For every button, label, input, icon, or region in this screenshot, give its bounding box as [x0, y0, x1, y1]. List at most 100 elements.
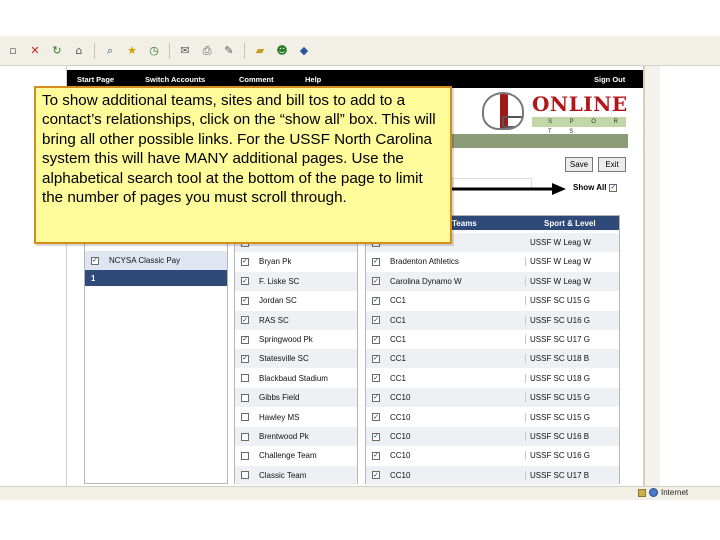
- table-row[interactable]: ✓ CC10 USSF SC U16 B: [366, 427, 619, 446]
- row-checkbox[interactable]: ✓: [372, 257, 380, 266]
- list-item[interactable]: ✓ Bryan Pk: [235, 252, 357, 271]
- row-checkbox[interactable]: ✓: [372, 296, 380, 305]
- toolbar-separator: [244, 42, 245, 59]
- row-checkbox[interactable]: ✓: [372, 451, 380, 460]
- folder-icon[interactable]: ▰: [253, 44, 267, 58]
- nav-switch-accounts[interactable]: Switch Accounts: [145, 75, 205, 84]
- row-checkbox[interactable]: [241, 413, 249, 422]
- nav-start-page[interactable]: Start Page: [77, 75, 114, 84]
- bill-to-panel: ✓ NCYSA Classic Pay 1: [84, 232, 228, 484]
- toolbar-separator: [169, 42, 170, 59]
- print-icon[interactable]: ▫: [6, 44, 20, 58]
- list-item[interactable]: Classic Team: [235, 465, 357, 485]
- table-row[interactable]: ✓ CC10 USSF SC U15 G: [366, 408, 619, 427]
- site-label: Jordan SC: [259, 296, 297, 306]
- row-checkbox[interactable]: ✓: [372, 277, 380, 286]
- list-item[interactable]: ✓ Statesville SC: [235, 349, 357, 369]
- list-item[interactable]: Blackbaud Stadium: [235, 369, 357, 388]
- row-checkbox[interactable]: ✓: [372, 432, 380, 441]
- vertical-scrollbar[interactable]: [644, 66, 660, 486]
- sport-level: USSF SC U15 G: [530, 393, 591, 403]
- list-item[interactable]: ✓ F. Liske SC: [235, 271, 357, 291]
- home-icon[interactable]: ⌂: [72, 44, 86, 58]
- row-checkbox[interactable]: [241, 432, 249, 441]
- table-row[interactable]: ✓ CC1 USSF SC U15 G: [366, 291, 619, 310]
- nav-comment[interactable]: Comment: [239, 75, 274, 84]
- site-label: Brentwood Pk: [259, 432, 309, 441]
- team-name: CC1: [386, 335, 526, 344]
- zone-label: Internet: [661, 488, 689, 497]
- table-row[interactable]: ✓ CC10 USSF SC U15 G: [366, 388, 619, 408]
- show-all-label: Show All: [573, 183, 607, 192]
- row-checkbox[interactable]: ✓: [91, 256, 99, 265]
- toolbar-separator: [94, 42, 95, 59]
- stop-icon[interactable]: ✕: [28, 44, 42, 58]
- row-checkbox[interactable]: [241, 374, 249, 383]
- browser-toolbar: ▫ ✕ ↻ ⌂ ⌕ ★ ◷ ✉ ⎙ ✎ ▰ ☻ ◆: [0, 36, 720, 66]
- table-row[interactable]: ✓ Bradenton Athletics USSF W Leag W: [366, 252, 619, 271]
- row-checkbox[interactable]: ✓: [241, 335, 249, 344]
- list-item[interactable]: Hawley MS: [235, 408, 357, 427]
- site-label: Bryan Pk: [259, 257, 292, 267]
- row-checkbox[interactable]: ✓: [372, 316, 380, 325]
- arrow-pointer-icon: [448, 183, 566, 195]
- list-item[interactable]: ✓ NCYSA Classic Pay: [85, 251, 227, 270]
- team-name: CC10: [386, 470, 526, 480]
- edit-icon[interactable]: ✎: [222, 44, 236, 58]
- list-item[interactable]: Gibbs Field: [235, 388, 357, 408]
- team-name: CC1: [386, 315, 526, 325]
- list-item[interactable]: Brentwood Pk: [235, 427, 357, 446]
- list-item[interactable]: ✓ RAS SC: [235, 310, 357, 330]
- table-row[interactable]: ✓ Carolina Dynamo W USSF W Leag W: [366, 271, 619, 291]
- team-name: CC10: [386, 432, 526, 441]
- team-name: CC10: [386, 393, 526, 403]
- table-row[interactable]: ✓ CC1 USSF SC U18 G: [366, 369, 619, 388]
- row-checkbox[interactable]: ✓: [372, 354, 380, 363]
- table-row[interactable]: ✓ CC10 USSF SC U16 G: [366, 446, 619, 465]
- logo-sports-text: S P O R T S: [532, 117, 626, 135]
- row-checkbox[interactable]: ✓: [241, 296, 249, 305]
- row-checkbox[interactable]: ✓: [372, 471, 380, 480]
- row-checkbox[interactable]: ✓: [372, 374, 380, 383]
- sport-level-column-header[interactable]: Sport & Level: [528, 216, 619, 230]
- list-item[interactable]: ✓ Jordan SC: [235, 291, 357, 310]
- table-row[interactable]: ✓ CC1 USSF SC U17 G: [366, 330, 619, 349]
- favorites-icon[interactable]: ★: [125, 44, 139, 58]
- research-icon[interactable]: ◆: [297, 44, 311, 58]
- nav-help[interactable]: Help: [305, 75, 321, 84]
- show-all-checkbox[interactable]: ✓: [609, 183, 618, 192]
- row-checkbox[interactable]: ✓: [241, 277, 249, 286]
- table-row[interactable]: ✓ CC1 USSF SC U18 B: [366, 349, 619, 369]
- nav-sign-out[interactable]: Sign Out: [594, 75, 625, 84]
- row-checkbox[interactable]: [241, 471, 249, 480]
- mail-icon[interactable]: ✉: [178, 44, 192, 58]
- row-checkbox[interactable]: ✓: [241, 316, 249, 325]
- sport-level: USSF SC U18 B: [530, 354, 590, 364]
- list-item[interactable]: ✓ Springwood Pk: [235, 330, 357, 349]
- exit-button[interactable]: Exit: [598, 157, 626, 172]
- history-icon[interactable]: ◷: [147, 44, 161, 58]
- print-icon[interactable]: ⎙: [200, 44, 214, 58]
- team-name: CC1: [386, 296, 526, 306]
- row-checkbox[interactable]: ✓: [241, 354, 249, 363]
- row-checkbox[interactable]: [241, 451, 249, 460]
- row-checkbox[interactable]: ✓: [372, 413, 380, 422]
- site-label: Gibbs Field: [259, 393, 300, 403]
- table-row[interactable]: ✓ CC10 USSF SC U17 B: [366, 465, 619, 485]
- sport-level: USSF SC U17 B: [530, 470, 590, 480]
- helmet-icon: [482, 92, 524, 130]
- save-button[interactable]: Save: [565, 157, 593, 172]
- refresh-icon[interactable]: ↻: [50, 44, 64, 58]
- row-checkbox[interactable]: ✓: [241, 257, 249, 266]
- table-row[interactable]: ✓ CC1 USSF SC U16 G: [366, 310, 619, 330]
- list-item[interactable]: Challenge Team: [235, 446, 357, 465]
- search-icon[interactable]: ⌕: [103, 44, 117, 58]
- show-all-control[interactable]: Show All ✓: [573, 183, 618, 192]
- row-checkbox[interactable]: [241, 393, 249, 402]
- page-number[interactable]: 1: [85, 274, 95, 283]
- row-checkbox[interactable]: ✓: [372, 393, 380, 402]
- team-name: CC10: [386, 451, 526, 461]
- instruction-callout: To show additional teams, sites and bill…: [34, 86, 452, 244]
- messenger-icon[interactable]: ☻: [275, 44, 289, 58]
- row-checkbox[interactable]: ✓: [372, 335, 380, 344]
